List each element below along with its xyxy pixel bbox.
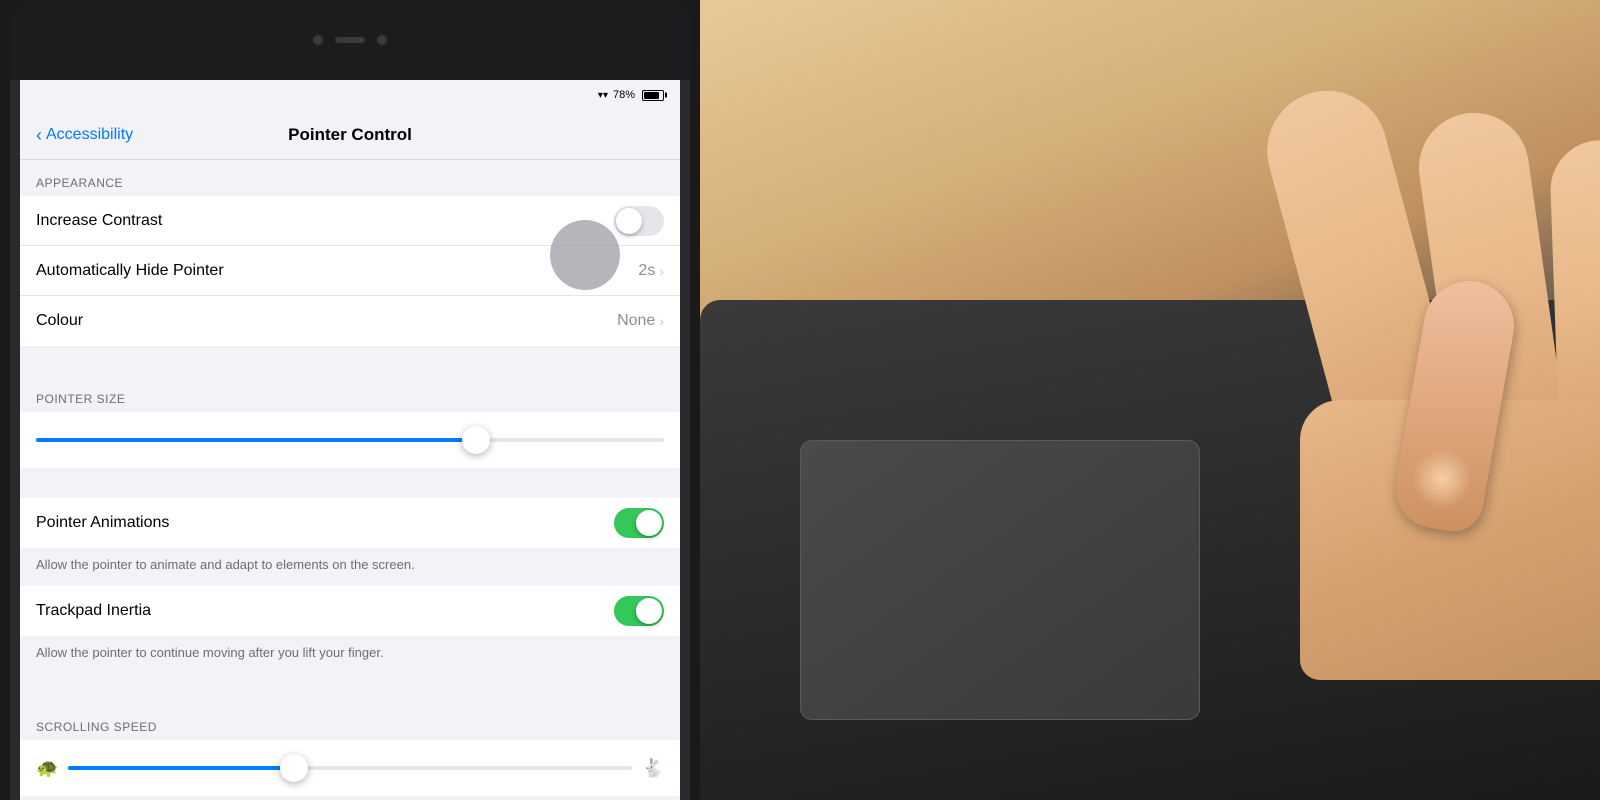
- battery-fill: [644, 92, 659, 99]
- trackpad-inertia-toggle-knob: [636, 598, 662, 624]
- pointer-animations-toggle[interactable]: [614, 508, 664, 538]
- ipad-sensor: [335, 37, 365, 43]
- auto-hide-chevron-icon: ›: [659, 263, 664, 279]
- scrolling-speed-slider-container: 🐢 🐇: [20, 740, 680, 796]
- nav-bar: ‹ Accessibility Pointer Control: [20, 110, 680, 160]
- back-button[interactable]: ‹ Accessibility: [36, 126, 133, 144]
- ipad-area: ▾▾ 78% ‹ Accessibility Pointer Control A…: [0, 0, 700, 800]
- gap-2: [20, 468, 680, 498]
- pointer-animations-label: Pointer Animations: [36, 514, 169, 532]
- pointer-animations-description: Allow the pointer to animate and adapt t…: [20, 548, 680, 586]
- increase-contrast-toggle[interactable]: [614, 206, 664, 236]
- scrolling-speed-label: SCROLLING SPEED: [20, 704, 680, 740]
- increase-contrast-label: Increase Contrast: [36, 212, 162, 230]
- appearance-section-label: APPEARANCE: [20, 160, 680, 196]
- battery-percent: 78%: [613, 89, 635, 101]
- hand-container: [950, 80, 1600, 680]
- trackpad-inertia-label: Trackpad Inertia: [36, 602, 151, 620]
- trackpad-inertia-description: Allow the pointer to continue moving aft…: [20, 636, 680, 674]
- pointer-animations-row: Pointer Animations: [20, 498, 680, 548]
- colour-label: Colour: [36, 312, 83, 330]
- trackpad-inertia-toggle[interactable]: [614, 596, 664, 626]
- colour-val-text: None: [617, 312, 655, 330]
- pointer-size-slider-track: [36, 438, 664, 442]
- inertia-group: Trackpad Inertia: [20, 586, 680, 636]
- ipad-camera-left: [313, 35, 323, 45]
- ipad-screen: ▾▾ 78% ‹ Accessibility Pointer Control A…: [20, 80, 680, 800]
- pointer-drag-circle: [550, 220, 620, 290]
- toggle-knob: [616, 208, 642, 234]
- page-title: Pointer Control: [288, 125, 412, 145]
- ipad-top-bar: [10, 0, 690, 80]
- battery-icon: [642, 90, 664, 101]
- gap-1: [20, 346, 680, 376]
- scrolling-speed-slider-track: [68, 766, 631, 770]
- trackpad-inertia-row: Trackpad Inertia: [20, 586, 680, 636]
- auto-hide-pointer-val-text: 2s: [638, 262, 655, 280]
- ipad-frame: ▾▾ 78% ‹ Accessibility Pointer Control A…: [10, 0, 690, 800]
- colour-row[interactable]: Colour None ›: [20, 296, 680, 346]
- pointer-size-slider-thumb[interactable]: [462, 426, 490, 454]
- auto-hide-pointer-label: Automatically Hide Pointer: [36, 262, 224, 280]
- pointer-animations-toggle-knob: [636, 510, 662, 536]
- scrolling-speed-slider-fill: [68, 766, 293, 770]
- slow-scroll-icon: 🐢: [36, 758, 58, 779]
- status-bar: ▾▾ 78%: [20, 80, 680, 110]
- wifi-icon: ▾▾: [598, 90, 608, 101]
- colour-value: None ›: [617, 312, 664, 330]
- animations-group: Pointer Animations: [20, 498, 680, 548]
- back-chevron-icon: ‹: [36, 126, 42, 144]
- pointer-size-label: POINTER SIZE: [20, 376, 680, 412]
- photo-area: [700, 0, 1600, 800]
- pointer-size-slider-fill: [36, 438, 476, 442]
- fast-scroll-icon: 🐇: [642, 758, 664, 779]
- colour-chevron-icon: ›: [659, 313, 664, 329]
- auto-hide-pointer-value: 2s ›: [638, 262, 664, 280]
- scrolling-speed-slider-thumb[interactable]: [280, 754, 308, 782]
- ipad-camera-right: [377, 35, 387, 45]
- pointer-size-slider-container: [20, 412, 680, 468]
- finger-tip-highlight: [1407, 444, 1477, 514]
- gap-3: [20, 674, 680, 704]
- back-label: Accessibility: [46, 126, 133, 144]
